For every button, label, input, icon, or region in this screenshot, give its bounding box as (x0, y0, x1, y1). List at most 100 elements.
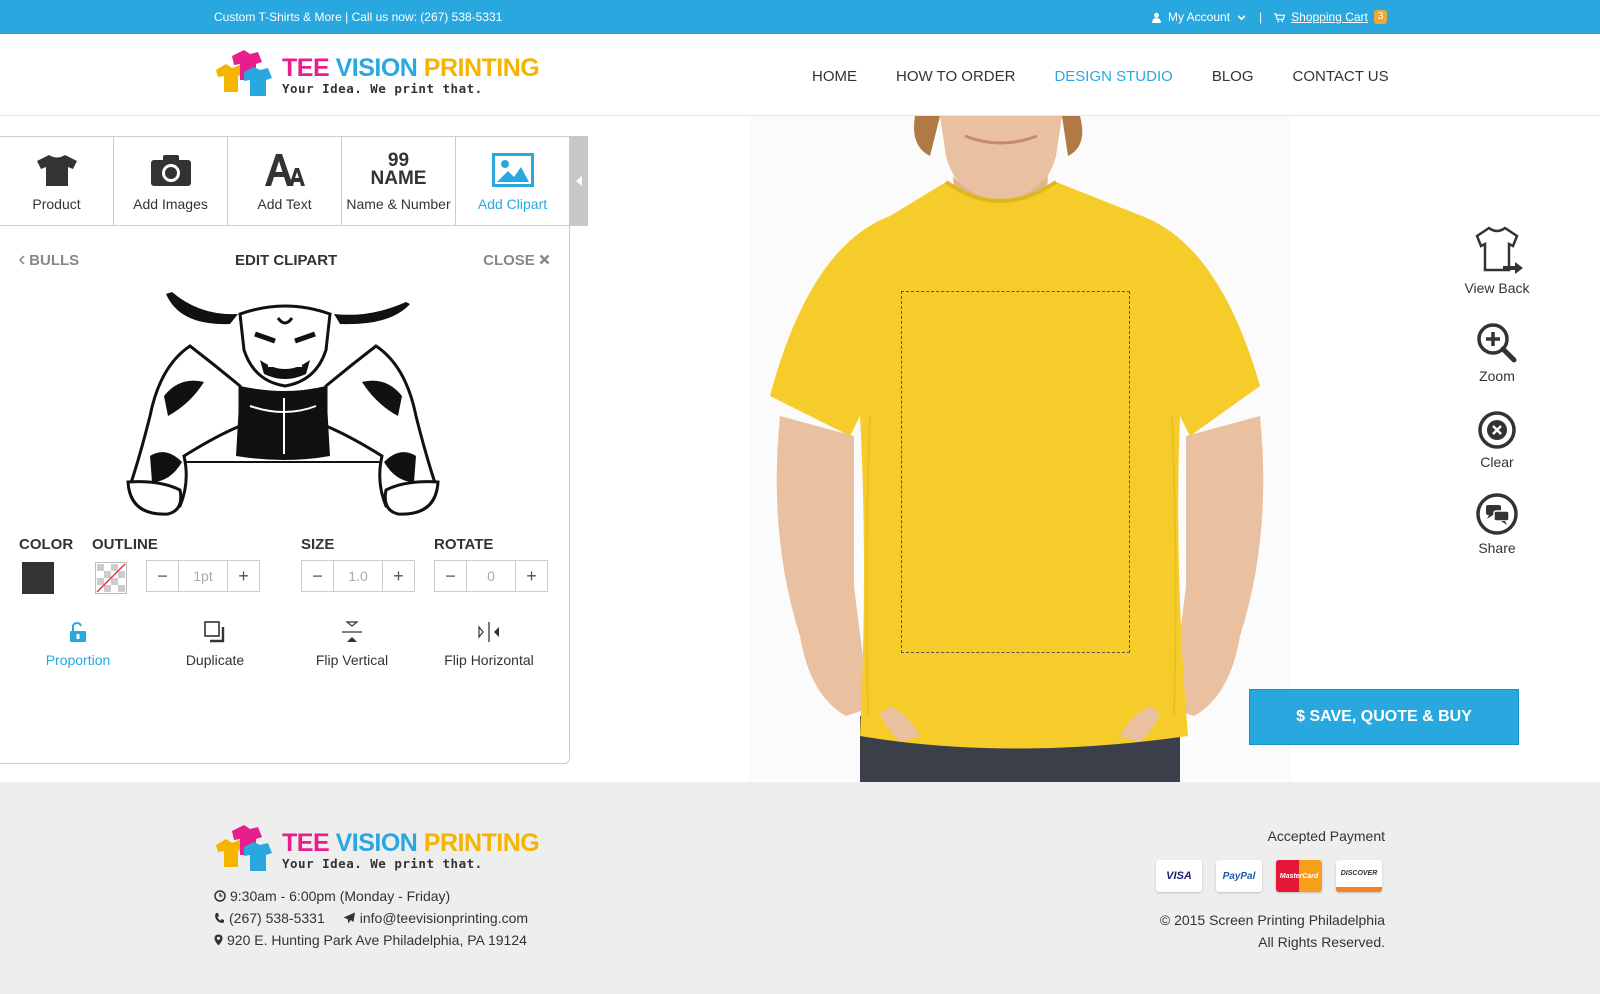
payment-cards: VISA PayPal MasterCard DISCOVER (1156, 860, 1382, 892)
footer-logo-text: TEE VISION PRINTING Your Idea. We print … (282, 828, 540, 871)
flip-horizontal-icon (478, 622, 499, 642)
footer-contact: (267) 538-5331 info@teevisionprinting.co… (214, 910, 528, 926)
footer-hours: 9:30am - 6:00pm (Monday - Friday) (214, 888, 450, 904)
color-label: COLOR (19, 536, 74, 553)
save-quote-buy-button[interactable]: $ SAVE, QUOTE & BUY (1249, 689, 1519, 745)
flip-vertical-label: Flip Vertical (315, 652, 389, 668)
clear-label: Clear (1480, 454, 1514, 470)
tool-name-number[interactable]: 99 NAME Name & Number (342, 137, 456, 226)
footer-logo-tee: TEE (282, 828, 330, 857)
image-icon (491, 153, 534, 187)
close-label: CLOSE (483, 252, 535, 269)
rotate-value-input[interactable]: 0 (466, 561, 516, 591)
nav-blog[interactable]: BLOG (1212, 68, 1254, 85)
user-icon (1152, 12, 1161, 23)
tool-add-clipart[interactable]: Add Clipart (456, 137, 570, 226)
size-decrease-button[interactable]: − (302, 561, 333, 591)
logo-printing: PRINTING (423, 53, 540, 82)
outline-value-input[interactable]: 1pt (178, 561, 228, 591)
size-increase-button[interactable]: + (383, 561, 414, 591)
proportion-button[interactable]: Proportion (18, 620, 138, 668)
view-back-icon (1475, 226, 1523, 274)
outline-stepper: − 1pt + (146, 560, 260, 592)
back-link-label: BULLS (29, 252, 80, 269)
outline-increase-button[interactable]: + (228, 561, 259, 591)
design-toolbar: Product Add Images Add Text 99 NAME Name… (0, 136, 570, 226)
caret-left-icon (576, 176, 582, 186)
outline-decrease-button[interactable]: − (147, 561, 178, 591)
mastercard-card-icon: MasterCard (1276, 860, 1322, 892)
paypal-card-icon: PayPal (1216, 860, 1262, 892)
site-footer: TEE VISION PRINTING Your Idea. We print … (0, 782, 1600, 994)
rotate-stepper: − 0 + (434, 560, 548, 592)
footer-logo-brand: TEE VISION PRINTING (282, 828, 540, 857)
top-tagline: Custom T-Shirts & More | Call us now: (2… (214, 10, 503, 24)
nav-how-to-order[interactable]: HOW TO ORDER (896, 68, 1015, 85)
logo-shirts-icon (216, 50, 272, 96)
tshirt-icon (36, 155, 77, 186)
chevron-down-icon[interactable] (1236, 12, 1247, 23)
outline-none-swatch[interactable] (95, 562, 127, 594)
color-swatch[interactable] (22, 562, 54, 594)
shopping-cart-link[interactable]: Shopping Cart (1291, 10, 1368, 24)
footer-logo[interactable]: TEE VISION PRINTING Your Idea. We print … (214, 823, 540, 877)
cart-count-badge: 3 (1373, 10, 1388, 24)
bull-clipart-image[interactable] (120, 286, 445, 516)
unlock-icon (70, 621, 86, 642)
logo-vision: VISION (335, 53, 418, 82)
view-back-button[interactable]: View Back (1437, 222, 1557, 296)
logo-slogan: Your Idea. We print that. (282, 80, 483, 96)
proportion-label: Proportion (45, 652, 111, 668)
discover-card-icon: DISCOVER (1336, 860, 1382, 892)
flip-vertical-button[interactable]: Flip Vertical (292, 620, 412, 668)
main-nav: HOME HOW TO ORDER DESIGN STUDIO BLOG CON… (812, 68, 1389, 85)
size-value-input[interactable]: 1.0 (333, 561, 383, 591)
rotate-decrease-button[interactable]: − (435, 561, 466, 591)
duplicate-button[interactable]: Duplicate (155, 620, 275, 668)
top-bar: Custom T-Shirts & More | Call us now: (2… (0, 0, 1600, 34)
duplicate-icon (204, 621, 225, 643)
nav-design-studio[interactable]: DESIGN STUDIO (1054, 68, 1172, 85)
flip-horizontal-button[interactable]: Flip Horizontal (429, 620, 549, 668)
top-account-cart: My Account | Shopping Cart 3 (1151, 10, 1388, 24)
logo-brand: TEE VISION PRINTING (282, 53, 540, 82)
size-stepper: − 1.0 + (301, 560, 415, 592)
collapse-panel-button[interactable] (570, 136, 588, 226)
logo-text: TEE VISION PRINTING Your Idea. We print … (282, 53, 540, 96)
nav-home[interactable]: HOME (812, 68, 857, 85)
cart-icon (1274, 12, 1286, 22)
site-header: TEE VISION PRINTING Your Idea. We print … (0, 34, 1600, 116)
footer-logo-printing: PRINTING (423, 828, 540, 857)
name-number-icon-word: NAME (370, 168, 427, 189)
tool-add-text-label: Add Text (257, 196, 312, 212)
chevron-left-icon (18, 255, 25, 265)
close-button[interactable]: CLOSE (483, 252, 550, 269)
nav-contact-us[interactable]: CONTACT US (1293, 68, 1389, 85)
rotate-increase-button[interactable]: + (516, 561, 547, 591)
outline-label: OUTLINE (92, 536, 158, 553)
site-logo[interactable]: TEE VISION PRINTING Your Idea. We print … (214, 48, 540, 102)
zoom-button[interactable]: Zoom (1437, 322, 1557, 384)
rotate-label: ROTATE (434, 536, 494, 553)
tool-add-images[interactable]: Add Images (114, 137, 228, 226)
footer-phone[interactable]: (267) 538-5331 (229, 910, 325, 926)
clear-button[interactable]: Clear (1437, 410, 1557, 470)
print-area-boundary[interactable] (901, 291, 1130, 653)
tool-product-label: Product (32, 196, 81, 212)
tool-product[interactable]: Product (0, 137, 114, 226)
tool-add-text[interactable]: Add Text (228, 137, 342, 226)
back-link[interactable]: BULLS (18, 252, 79, 269)
map-marker-icon (214, 934, 223, 946)
my-account-link[interactable]: My Account (1168, 10, 1230, 24)
footer-hours-text: 9:30am - 6:00pm (Monday - Friday) (230, 888, 451, 904)
clock-icon (214, 890, 226, 902)
footer-email[interactable]: info@teevisionprinting.com (360, 910, 528, 926)
edit-panel-title: EDIT CLIPART (235, 252, 338, 269)
size-label: SIZE (301, 536, 335, 553)
share-chat-icon (1476, 493, 1518, 535)
close-icon (539, 254, 550, 265)
share-label: Share (1478, 540, 1516, 556)
flip-horizontal-label: Flip Horizontal (444, 652, 534, 668)
share-button[interactable]: Share (1437, 492, 1557, 556)
duplicate-label: Duplicate (185, 652, 245, 668)
